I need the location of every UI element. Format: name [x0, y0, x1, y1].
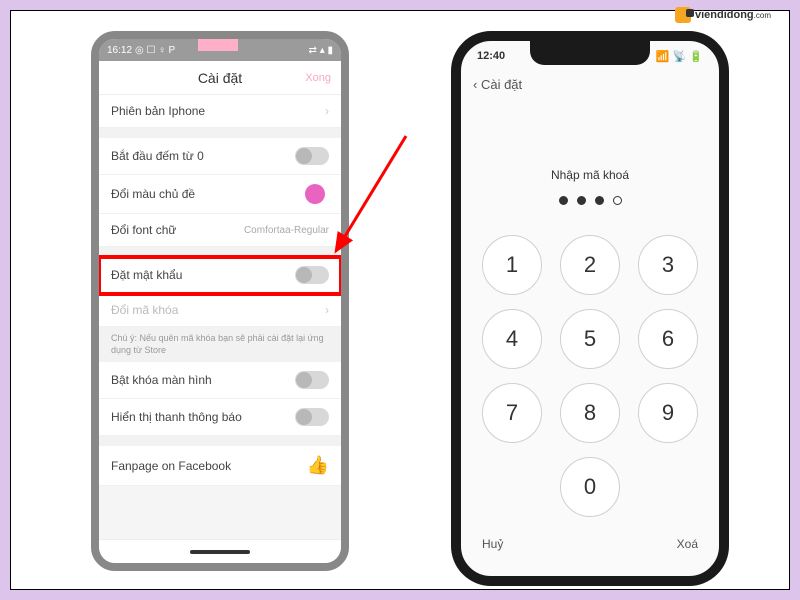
passcode-dot-icon — [613, 196, 622, 205]
passcode-dot-icon — [595, 196, 604, 205]
status-time: 16:12 — [107, 45, 132, 56]
color-swatch-icon — [305, 184, 325, 204]
settings-header: Cài đặt Xong — [99, 61, 341, 95]
row-label: Đặt mật khẩu — [111, 268, 182, 282]
home-indicator-icon — [190, 550, 250, 554]
row-label: Đổi font chữ — [111, 223, 176, 237]
row-set-password[interactable]: Đặt mật khẩu — [99, 257, 341, 294]
cancel-button[interactable]: Huỷ — [482, 537, 503, 551]
numeric-keypad: 1 2 3 4 5 6 7 8 9 — [482, 235, 698, 443]
keypad-6[interactable]: 6 — [638, 309, 698, 369]
row-fanpage-facebook[interactable]: Fanpage on Facebook 👍 — [99, 446, 341, 486]
keypad-2[interactable]: 2 — [560, 235, 620, 295]
row-change-passcode: Đổi mã khóa › — [99, 294, 341, 327]
android-nav-bar — [99, 539, 341, 563]
toggle-switch[interactable] — [295, 147, 329, 165]
section-gap — [99, 247, 341, 257]
keypad-3[interactable]: 3 — [638, 235, 698, 295]
passcode-dot-icon — [577, 196, 586, 205]
status-time: 12:40 — [477, 50, 505, 62]
row-label: Đổi màu chủ đề — [111, 187, 195, 201]
iphone-mock: 12:40 📶 📡 🔋 ‹ Cài đặt Nhập mã khoá 1 2 3… — [451, 31, 729, 586]
row-theme-color[interactable]: Đổi màu chủ đề — [99, 175, 341, 214]
row-iphone-version[interactable]: Phiên bản Iphone › — [99, 95, 341, 128]
status-icons-left: ◎ ☐ ♀ P — [135, 45, 175, 56]
row-label: Hiển thị thanh thông báo — [111, 410, 242, 424]
chevron-right-icon: › — [325, 104, 329, 118]
row-label: Bắt đầu đếm từ 0 — [111, 149, 204, 163]
passcode-prompt: Nhập mã khoá — [551, 168, 629, 182]
back-label: Cài đặt — [481, 77, 522, 92]
passcode-dots — [559, 196, 622, 205]
toggle-switch[interactable] — [295, 371, 329, 389]
iphone-notch-icon — [530, 41, 650, 65]
passcode-dot-icon — [559, 196, 568, 205]
font-value: Comfortaa-Regular — [244, 225, 329, 236]
watermark-text: viendidong — [695, 9, 754, 21]
row-label: Fanpage on Facebook — [111, 459, 231, 473]
done-button[interactable]: Xong — [305, 72, 331, 84]
back-button[interactable]: ‹ Cài đặt — [461, 71, 719, 98]
toggle-switch[interactable] — [295, 266, 329, 284]
section-gap — [99, 128, 341, 138]
watermark: viendidong.com — [675, 7, 771, 23]
chevron-right-icon: › — [325, 303, 329, 317]
thumbs-up-icon: 👍 — [307, 455, 329, 476]
keypad-1[interactable]: 1 — [482, 235, 542, 295]
row-label: Bật khóa màn hình — [111, 373, 212, 387]
watermark-sub: .com — [754, 11, 771, 20]
row-screen-lock[interactable]: Bật khóa màn hình — [99, 362, 341, 399]
keypad-8[interactable]: 8 — [560, 383, 620, 443]
delete-button[interactable]: Xoá — [677, 537, 698, 551]
row-show-notification-bar[interactable]: Hiển thị thanh thông báo — [99, 399, 341, 436]
android-phone-mock: 16:12◎ ☐ ♀ P ⇄ ▴ ▮ Cài đặt Xong Phiên bả… — [91, 31, 349, 571]
tutorial-frame: viendidong.com 16:12◎ ☐ ♀ P ⇄ ▴ ▮ Cài đặ… — [10, 10, 790, 590]
page-title: Cài đặt — [198, 70, 242, 86]
keypad-9[interactable]: 9 — [638, 383, 698, 443]
status-icons-right: ⇄ ▴ ▮ — [309, 45, 333, 56]
passcode-screen: Nhập mã khoá 1 2 3 4 5 6 7 8 9 0 — [461, 98, 719, 551]
keypad-4[interactable]: 4 — [482, 309, 542, 369]
passcode-warning-note: Chú ý: Nếu quên mã khóa bạn sẽ phải cài … — [99, 327, 341, 362]
watermark-logo-icon — [675, 7, 691, 23]
keypad-0[interactable]: 0 — [560, 457, 620, 517]
row-change-font[interactable]: Đổi font chữ Comfortaa-Regular — [99, 214, 341, 247]
camera-cutout-icon — [198, 37, 238, 51]
android-status-bar: 16:12◎ ☐ ♀ P ⇄ ▴ ▮ — [99, 39, 341, 61]
status-icons-right: 📶 📡 🔋 — [656, 50, 703, 63]
toggle-switch[interactable] — [295, 408, 329, 426]
row-label: Phiên bản Iphone — [111, 104, 205, 118]
keypad-7[interactable]: 7 — [482, 383, 542, 443]
keypad-5[interactable]: 5 — [560, 309, 620, 369]
section-gap — [99, 436, 341, 446]
row-label: Đổi mã khóa — [111, 303, 178, 317]
row-count-from-zero[interactable]: Bắt đầu đếm từ 0 — [99, 138, 341, 175]
